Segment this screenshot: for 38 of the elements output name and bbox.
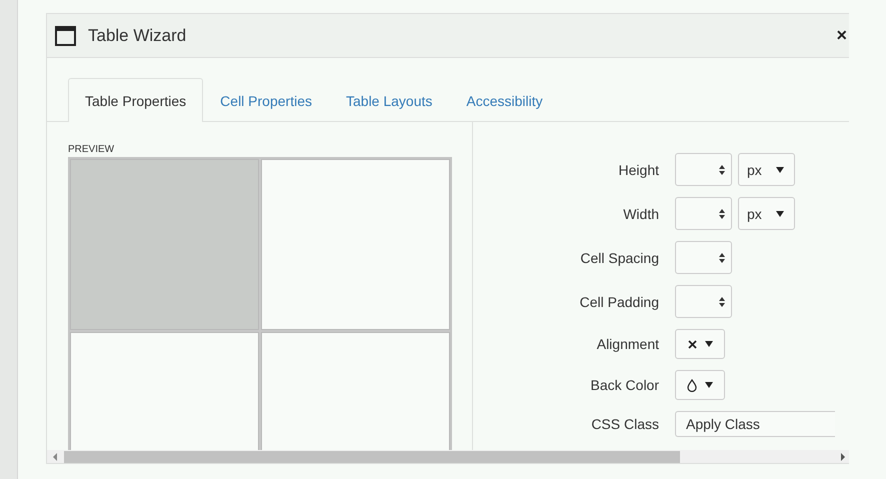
tab[interactable]: Cell Properties	[203, 78, 329, 121]
caret-icon	[776, 166, 784, 172]
preview-cell[interactable]	[261, 159, 450, 330]
spinner-arrows-icon[interactable]	[719, 208, 725, 220]
horizontal-scrollbar[interactable]	[47, 450, 849, 463]
field-label: Back Color	[590, 377, 659, 393]
spinner-arrows-icon[interactable]	[719, 164, 725, 176]
spinner-arrows-icon[interactable]	[719, 296, 725, 308]
number-field[interactable]	[675, 197, 732, 230]
drop-icon	[687, 378, 697, 392]
tab[interactable]: Accessibility	[449, 78, 560, 121]
dialog-title: Table Wizard	[88, 26, 186, 46]
field-label: CSS Class	[590, 416, 659, 432]
unit-dropdown[interactable]: px	[738, 197, 795, 230]
close-button[interactable]: ×	[836, 26, 847, 44]
field-label: Cell Spacing	[579, 250, 659, 266]
caret-icon	[705, 382, 713, 388]
field-label: Height	[618, 162, 659, 178]
color-dropdown[interactable]	[675, 370, 725, 400]
tab[interactable]: Table Properties	[68, 78, 204, 122]
preview-label: PREVIEW	[68, 144, 116, 155]
field-label: Width	[622, 206, 659, 222]
field-label: Alignment	[596, 336, 659, 352]
number-field[interactable]	[675, 153, 732, 186]
caret-icon	[704, 341, 712, 347]
scroll-left-icon[interactable]	[53, 453, 57, 461]
close-icon	[688, 340, 696, 348]
window-icon	[55, 26, 76, 46]
number-field[interactable]	[675, 285, 732, 318]
scroll-right-icon[interactable]	[841, 453, 845, 461]
alignment-dropdown[interactable]	[675, 329, 725, 359]
tab[interactable]: Table Layouts	[329, 78, 450, 121]
unit-dropdown[interactable]: px	[738, 153, 795, 186]
number-field[interactable]	[675, 241, 732, 274]
field-label: Cell Padding	[578, 294, 659, 310]
class-field[interactable]: Apply Class	[675, 411, 835, 437]
spinner-arrows-icon[interactable]	[719, 252, 725, 264]
caret-icon	[776, 210, 784, 216]
